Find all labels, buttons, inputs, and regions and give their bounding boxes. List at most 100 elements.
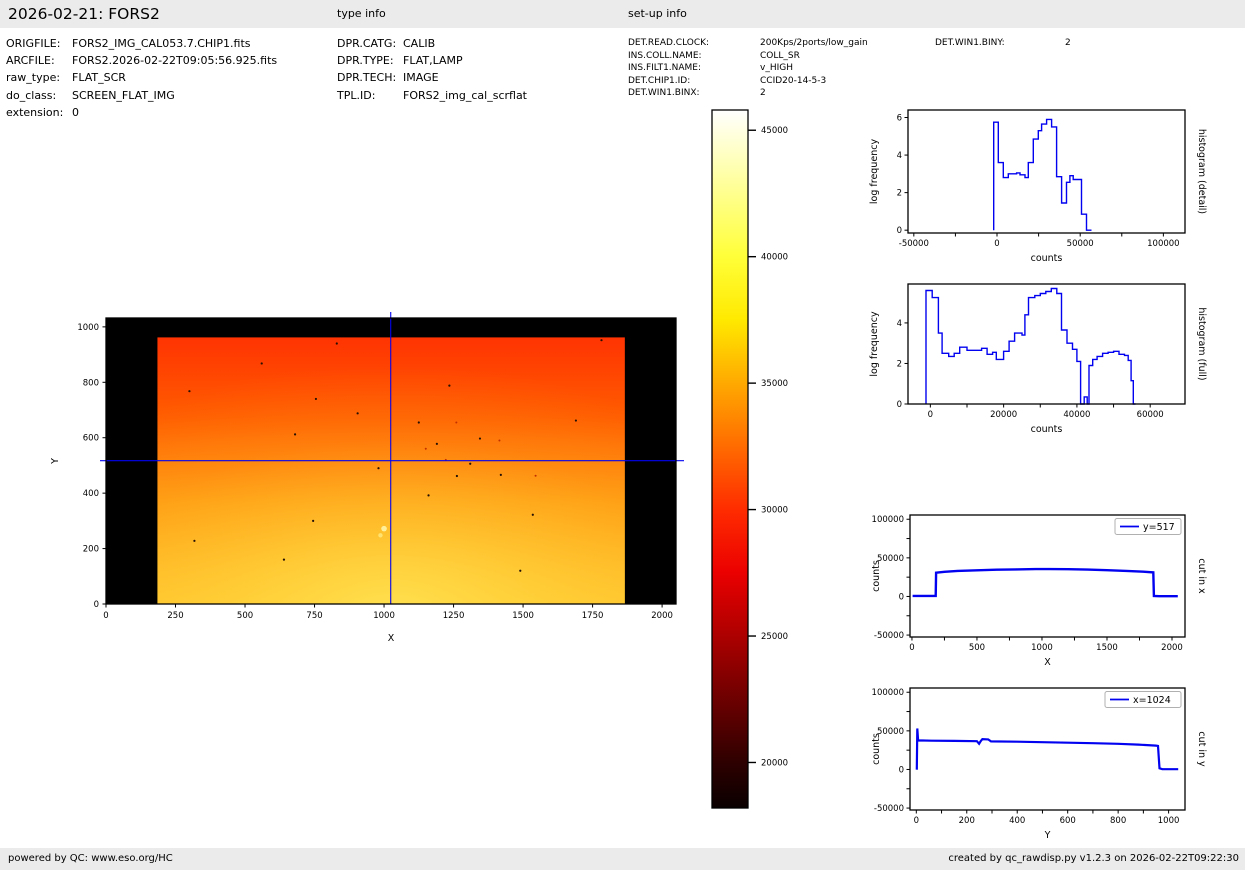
y-tick-label: 1000 [77, 323, 99, 333]
dark-speck [448, 385, 450, 387]
y-tick-label: -50000 [874, 631, 904, 641]
cut_x-data-line [913, 569, 1178, 596]
side-caption: cut in y [1196, 731, 1207, 767]
y-tick-label: 4 [897, 151, 902, 161]
x-tick-label: 1000 [1158, 816, 1180, 826]
info-value: 0 [72, 106, 79, 119]
dark-speck [188, 390, 190, 392]
y-tick-label: 800 [83, 378, 99, 388]
dark-speck [456, 475, 458, 477]
colorbar-tick-label: 35000 [761, 379, 788, 389]
cut-in-x-plot: 0500100015002000-50000050000100000Xcount… [855, 503, 1245, 679]
y-tick-label: 100000 [872, 515, 904, 525]
dark-speck [532, 514, 534, 516]
y-tick-label: 6 [897, 114, 902, 124]
info-label: DET.CHIP1.ID: [628, 75, 760, 88]
x-tick-label: 2000 [651, 611, 673, 621]
y-axis-label: Y [50, 458, 61, 465]
dark-speck [600, 339, 602, 341]
y-tick-label: 100000 [872, 688, 904, 698]
page-title: 2026-02-21: FORS2 [8, 0, 160, 28]
x-tick-label: 0 [914, 816, 919, 826]
red-speck [455, 421, 457, 423]
x-tick-label: 2000 [1161, 643, 1183, 653]
x-tick-label: 1000 [373, 611, 395, 621]
x-tick-label: 1000 [1031, 643, 1053, 653]
red-speck [498, 439, 500, 441]
info-label: ORIGFILE: [6, 35, 72, 52]
x-tick-label: 1500 [512, 611, 534, 621]
dark-speck [336, 342, 338, 344]
dark-speck [315, 398, 317, 400]
qc-report-page: 2026-02-21: FORS2 type info set-up info … [0, 0, 1245, 870]
histogram-full-plot: 0200004000060000024countslog frequencyhi… [855, 272, 1245, 454]
info-value: COLL_SR [760, 51, 800, 61]
file-info-block: ORIGFILE:FORS2_IMG_CAL053.7.CHIP1.fits A… [6, 35, 277, 121]
y-axis-label: counts [871, 733, 882, 765]
info-row: extension:0 [6, 104, 277, 121]
x-tick-label: 0 [928, 410, 933, 420]
info-value: FORS2_img_cal_scrflat [403, 89, 527, 102]
info-row: ORIGFILE:FORS2_IMG_CAL053.7.CHIP1.fits [6, 35, 277, 52]
footer-bar: created by qc_rawdisp.py v1.2.3 on 2026-… [0, 848, 1245, 870]
info-row: INS.COLL.NAME:COLL_SR [628, 50, 868, 63]
info-label: DET.WIN1.BINY: [935, 37, 1065, 50]
x-tick-label: 20000 [990, 410, 1017, 420]
y-tick-label: 0 [899, 765, 904, 775]
info-value: CCID20-14-5-3 [760, 76, 826, 86]
info-value: FLAT,LAMP [403, 54, 463, 67]
info-row: DET.CHIP1.ID:CCID20-14-5-3 [628, 75, 868, 88]
dark-speck [436, 443, 438, 445]
y-axis-label: log frequency [869, 311, 880, 377]
side-caption: histogram (full) [1196, 307, 1207, 380]
dark-speck [575, 419, 577, 421]
info-row: do_class:SCREEN_FLAT_IMG [6, 87, 277, 104]
legend-label: x=1024 [1133, 695, 1171, 706]
header-bar [0, 0, 1245, 28]
dark-speck [283, 559, 285, 561]
info-value: 2 [1065, 38, 1071, 48]
dark-speck [294, 433, 296, 435]
y-tick-label: 2 [897, 189, 902, 199]
hist_full-frame [908, 284, 1185, 404]
info-label: do_class: [6, 87, 72, 104]
section-header-type-info: type info [337, 0, 386, 28]
x-tick-label: -50000 [899, 239, 929, 249]
x-axis-label: counts [1031, 253, 1063, 264]
info-value: 2 [760, 88, 766, 98]
y-tick-label: 4 [897, 319, 902, 329]
info-row: DET.WIN1.BINY:2 [935, 37, 1071, 50]
info-label: ARCFILE: [6, 52, 72, 69]
x-tick-label: 40000 [1063, 410, 1090, 420]
info-row: DPR.TYPE:FLAT,LAMP [337, 52, 527, 69]
x-tick-label: 1500 [1096, 643, 1118, 653]
info-label: TPL.ID: [337, 87, 403, 104]
dark-speck [377, 467, 379, 469]
dark-speck [418, 421, 420, 423]
colorbar-gradient [712, 110, 748, 808]
colorbar: 450004000035000300002500020000 [700, 98, 812, 820]
x-axis-label: X [388, 633, 395, 644]
x-tick-label: 50000 [1067, 239, 1094, 249]
y-tick-label: 0 [94, 600, 99, 610]
dark-speck [479, 437, 481, 439]
setup-info-right-block: DET.WIN1.BINY:2 [935, 37, 1071, 50]
hist_detail-data-line [994, 119, 1092, 230]
info-value: 200Kps/2ports/low_gain [760, 38, 868, 48]
info-row: DPR.TECH:IMAGE [337, 69, 527, 86]
type-info-block: DPR.CATG:CALIB DPR.TYPE:FLAT,LAMP DPR.TE… [337, 35, 527, 104]
info-value: FORS2_IMG_CAL053.7.CHIP1.fits [72, 37, 251, 50]
colorbar-tick-label: 30000 [761, 506, 788, 516]
y-tick-label: 0 [899, 592, 904, 602]
colorbar-tick-label: 45000 [761, 126, 788, 136]
info-label: raw_type: [6, 69, 72, 86]
cut-in-y-plot: 02004006008001000-50000050000100000Ycoun… [855, 676, 1245, 852]
info-value: FLAT_SCR [72, 71, 126, 84]
info-label: INS.FILT1.NAME: [628, 62, 760, 75]
dark-speck [519, 570, 521, 572]
info-value: IMAGE [403, 71, 439, 84]
info-label: extension: [6, 104, 72, 121]
info-label: DPR.TECH: [337, 69, 403, 86]
info-row: raw_type:FLAT_SCR [6, 69, 277, 86]
bright-spot [381, 526, 387, 532]
